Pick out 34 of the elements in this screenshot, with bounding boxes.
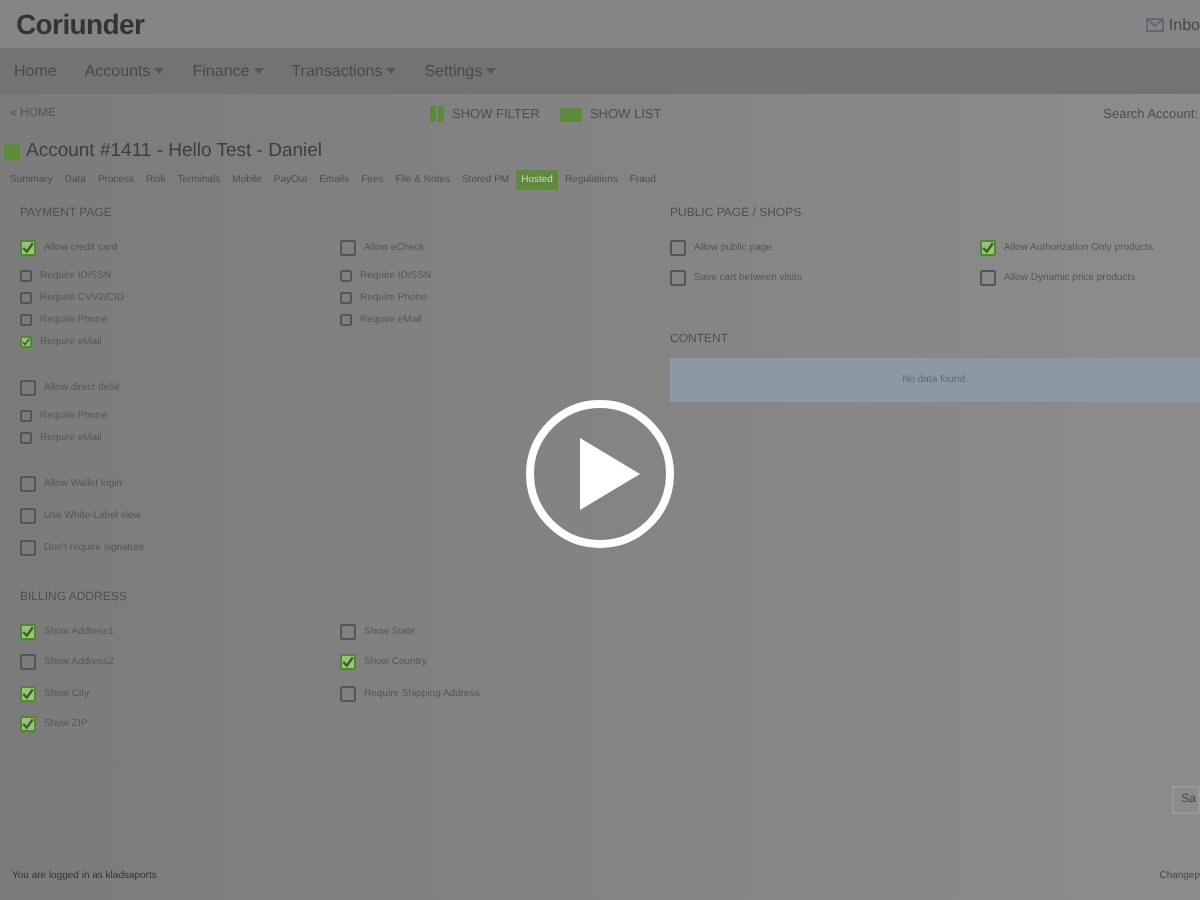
account-icon: [4, 143, 20, 159]
checkbox[interactable]: [340, 291, 352, 303]
checkbox[interactable]: [340, 623, 356, 640]
page-title: Account #1411 - Hello Test - Daniel: [26, 140, 323, 162]
checkbox[interactable]: [340, 654, 356, 671]
logo: Coriunder: [16, 8, 145, 40]
checkbox[interactable]: [20, 654, 36, 671]
play-icon[interactable]: [524, 398, 676, 550]
checkbox[interactable]: [340, 313, 352, 325]
checkbox[interactable]: [340, 269, 352, 281]
checkbox[interactable]: [670, 239, 686, 256]
checkbox[interactable]: [340, 685, 356, 702]
inbox-link[interactable]: Inbo: [1146, 15, 1200, 33]
mail-icon: [1146, 17, 1165, 31]
checkbox[interactable]: [20, 313, 32, 325]
list-icon: [559, 107, 582, 121]
checkbox[interactable]: [980, 239, 996, 256]
checkbox[interactable]: [20, 476, 36, 492]
checkbox[interactable]: [20, 269, 32, 281]
checkbox[interactable]: [20, 716, 36, 733]
columns-icon: [430, 106, 444, 122]
checkbox[interactable]: [20, 685, 36, 702]
checkbox[interactable]: [20, 380, 36, 396]
checkbox[interactable]: [20, 623, 36, 640]
checkbox[interactable]: [20, 540, 36, 556]
checkbox[interactable]: [20, 335, 32, 347]
checkbox[interactable]: [20, 508, 36, 524]
checkbox[interactable]: [20, 431, 32, 443]
checkbox[interactable]: [670, 270, 686, 287]
checkbox[interactable]: [980, 270, 996, 287]
checkbox[interactable]: [20, 240, 36, 256]
checkbox[interactable]: [340, 240, 356, 256]
checkbox[interactable]: [20, 291, 32, 303]
checkbox[interactable]: [20, 409, 32, 421]
